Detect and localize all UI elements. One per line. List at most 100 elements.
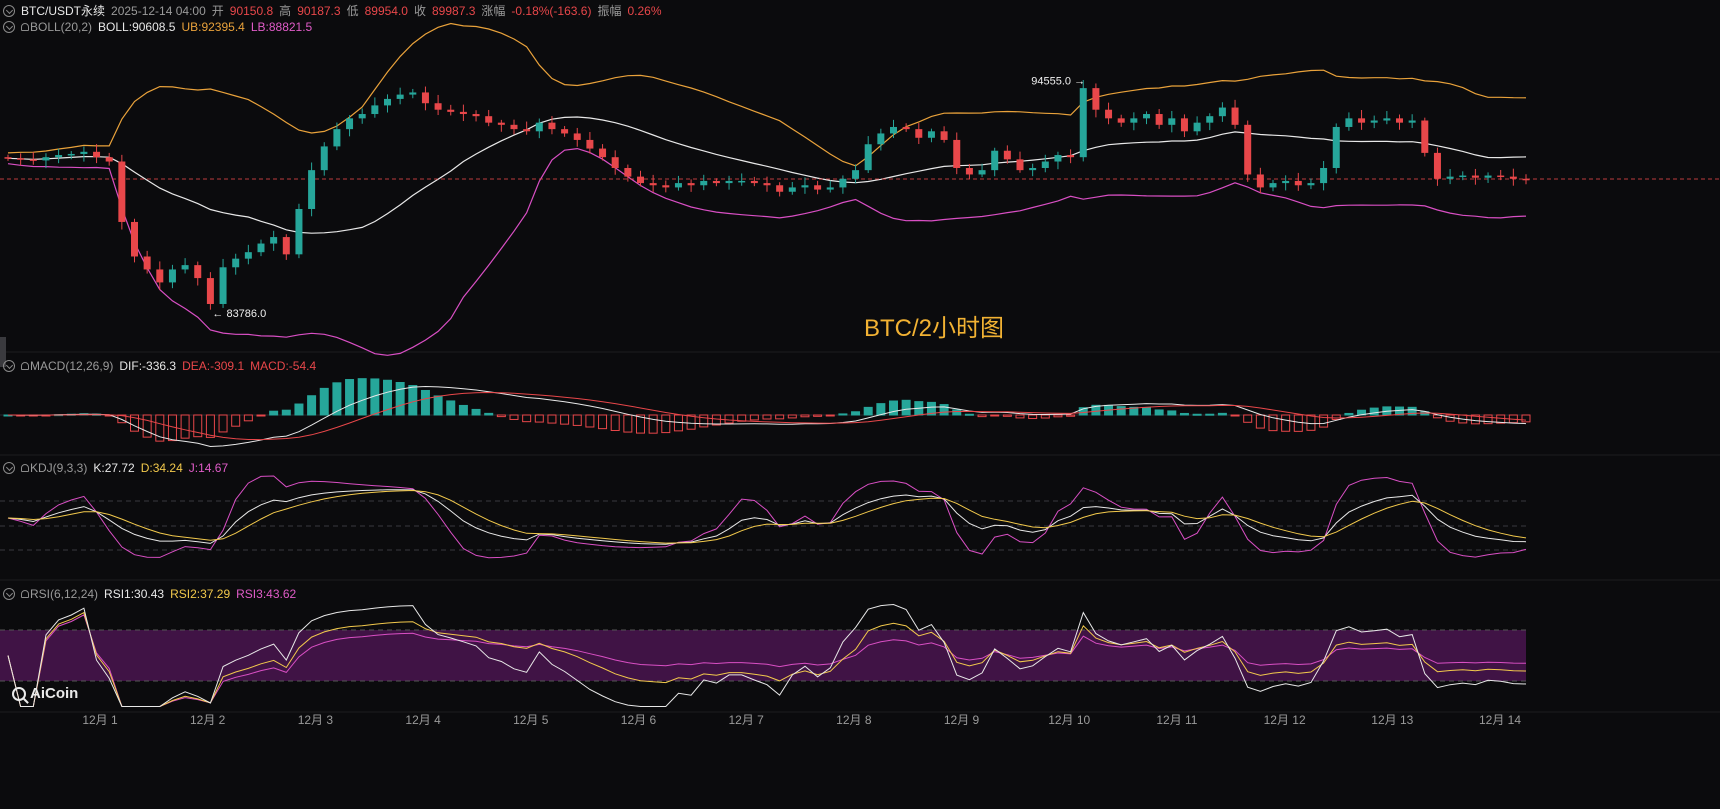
macd-histogram-bar xyxy=(345,379,355,416)
candle-body xyxy=(1143,114,1150,119)
candle-body xyxy=(738,180,746,183)
macd-histogram-bar xyxy=(319,387,329,416)
candle-body xyxy=(674,183,682,188)
macd-histogram-bar xyxy=(256,414,266,417)
candle-body xyxy=(447,109,455,112)
amplitude-label: 振幅 xyxy=(597,4,622,18)
collapse-icon[interactable] xyxy=(3,360,15,372)
x-axis-tick-label: 12月 4 xyxy=(405,713,441,727)
candle-body xyxy=(687,183,695,186)
macd-dif-value: DIF:-336.3 xyxy=(119,359,177,373)
candle-body xyxy=(320,146,328,171)
candle-body xyxy=(42,157,50,161)
low-value: 89954.0 xyxy=(364,4,408,18)
candle-body xyxy=(1433,152,1441,179)
macd-histogram-bar xyxy=(1015,414,1025,419)
collapse-icon[interactable] xyxy=(3,5,15,17)
boll-ub-value: UB:92395.4 xyxy=(181,20,245,34)
macd-histogram-bar xyxy=(838,413,848,416)
candle-body xyxy=(396,94,404,99)
x-axis-tick-label: 12月 14 xyxy=(1479,713,1521,727)
macd-histogram-bar xyxy=(762,414,772,420)
candle-body xyxy=(637,176,644,184)
kdj-header: KDJ(9,3,3) K:27.72 D:34.24 J:14.67 xyxy=(0,459,228,477)
boll-mid-value: BOLL:90608.5 xyxy=(98,20,176,34)
macd-histogram-bar xyxy=(1217,412,1227,416)
macd-histogram-bar xyxy=(1483,414,1493,425)
candle-body xyxy=(561,129,569,134)
macd-histogram-bar xyxy=(269,410,279,416)
x-axis-tick-label: 12月 2 xyxy=(190,713,226,727)
candle-body xyxy=(1029,167,1037,171)
candle-body xyxy=(1256,174,1264,188)
collapse-icon[interactable] xyxy=(3,21,15,33)
candle-body xyxy=(750,180,758,184)
macd-histogram-bar xyxy=(813,414,823,417)
macd-histogram-bar xyxy=(825,414,835,417)
macd-histogram-bar xyxy=(357,378,367,416)
candle-body xyxy=(1484,175,1492,178)
candle-body xyxy=(1345,118,1353,127)
macd-histogram-bar xyxy=(509,414,519,420)
candle-body xyxy=(1041,161,1049,168)
candle-body xyxy=(953,139,961,168)
aicoin-logo: AiCoin xyxy=(12,685,78,702)
alert-icon[interactable] xyxy=(21,590,29,598)
logo-icon xyxy=(12,686,26,701)
x-axis-tick-label: 12月 8 xyxy=(836,713,872,727)
candle-body xyxy=(1307,183,1315,186)
macd-histogram-bar xyxy=(1167,410,1177,416)
low-label: 低 xyxy=(346,4,359,18)
macd-histogram-bar xyxy=(522,414,532,423)
candle-body xyxy=(333,129,341,147)
rsi1-value: RSI1:30.43 xyxy=(104,587,165,601)
candle-body xyxy=(1206,116,1214,123)
macd-histogram-bar xyxy=(294,403,304,416)
macd-histogram-bar xyxy=(1331,414,1341,421)
candle-body xyxy=(1370,120,1378,123)
candle-body xyxy=(371,105,379,115)
candle-body xyxy=(1067,155,1075,158)
candle-body xyxy=(1105,109,1113,119)
kdj-j-line xyxy=(7,475,1527,559)
candle-body xyxy=(270,237,278,244)
macd-histogram-bar xyxy=(560,414,570,425)
macd-histogram-bar xyxy=(1002,414,1012,417)
macd-histogram-bar xyxy=(964,413,974,416)
collapse-icon[interactable] xyxy=(3,462,15,474)
candle-body xyxy=(143,256,151,270)
candle-body xyxy=(131,221,138,257)
candle-body xyxy=(839,178,847,188)
macd-histogram-bar xyxy=(623,414,633,433)
candle-body xyxy=(93,151,101,158)
rsi-header: RSI(6,12,24) RSI1:30.43 RSI2:37.29 RSI3:… xyxy=(0,585,296,603)
candle-body xyxy=(965,167,973,175)
macd-histogram-bar xyxy=(243,414,253,422)
macd-histogram-bar xyxy=(724,414,734,424)
candle-body xyxy=(1079,88,1087,158)
macd-dea-value: DEA:-309.1 xyxy=(182,359,245,373)
macd-histogram-bar xyxy=(1230,414,1240,417)
collapse-icon[interactable] xyxy=(3,588,15,600)
candle-body xyxy=(510,124,518,130)
amplitude-value: 0.26% xyxy=(627,4,662,18)
macd-histogram-bar xyxy=(433,395,443,416)
alert-icon[interactable] xyxy=(21,464,29,472)
candle-body xyxy=(1332,126,1340,168)
macd-histogram-bar xyxy=(775,414,785,420)
macd-histogram-bar xyxy=(1192,413,1202,416)
candle-body xyxy=(80,151,88,154)
macd-histogram-bar xyxy=(205,414,215,438)
candle-body xyxy=(29,159,37,161)
candle-body xyxy=(1180,118,1188,132)
candle-body xyxy=(244,252,252,259)
candle-body xyxy=(1117,118,1125,123)
alert-icon[interactable] xyxy=(21,362,29,370)
candle-body xyxy=(1016,159,1024,171)
candle-body xyxy=(459,111,467,115)
x-axis-tick-label: 12月 9 xyxy=(944,713,980,727)
macd-histogram-bar xyxy=(977,414,987,418)
alert-icon[interactable] xyxy=(21,23,29,31)
candle-body xyxy=(1383,118,1391,121)
x-axis-tick-label: 12月 6 xyxy=(621,713,657,727)
